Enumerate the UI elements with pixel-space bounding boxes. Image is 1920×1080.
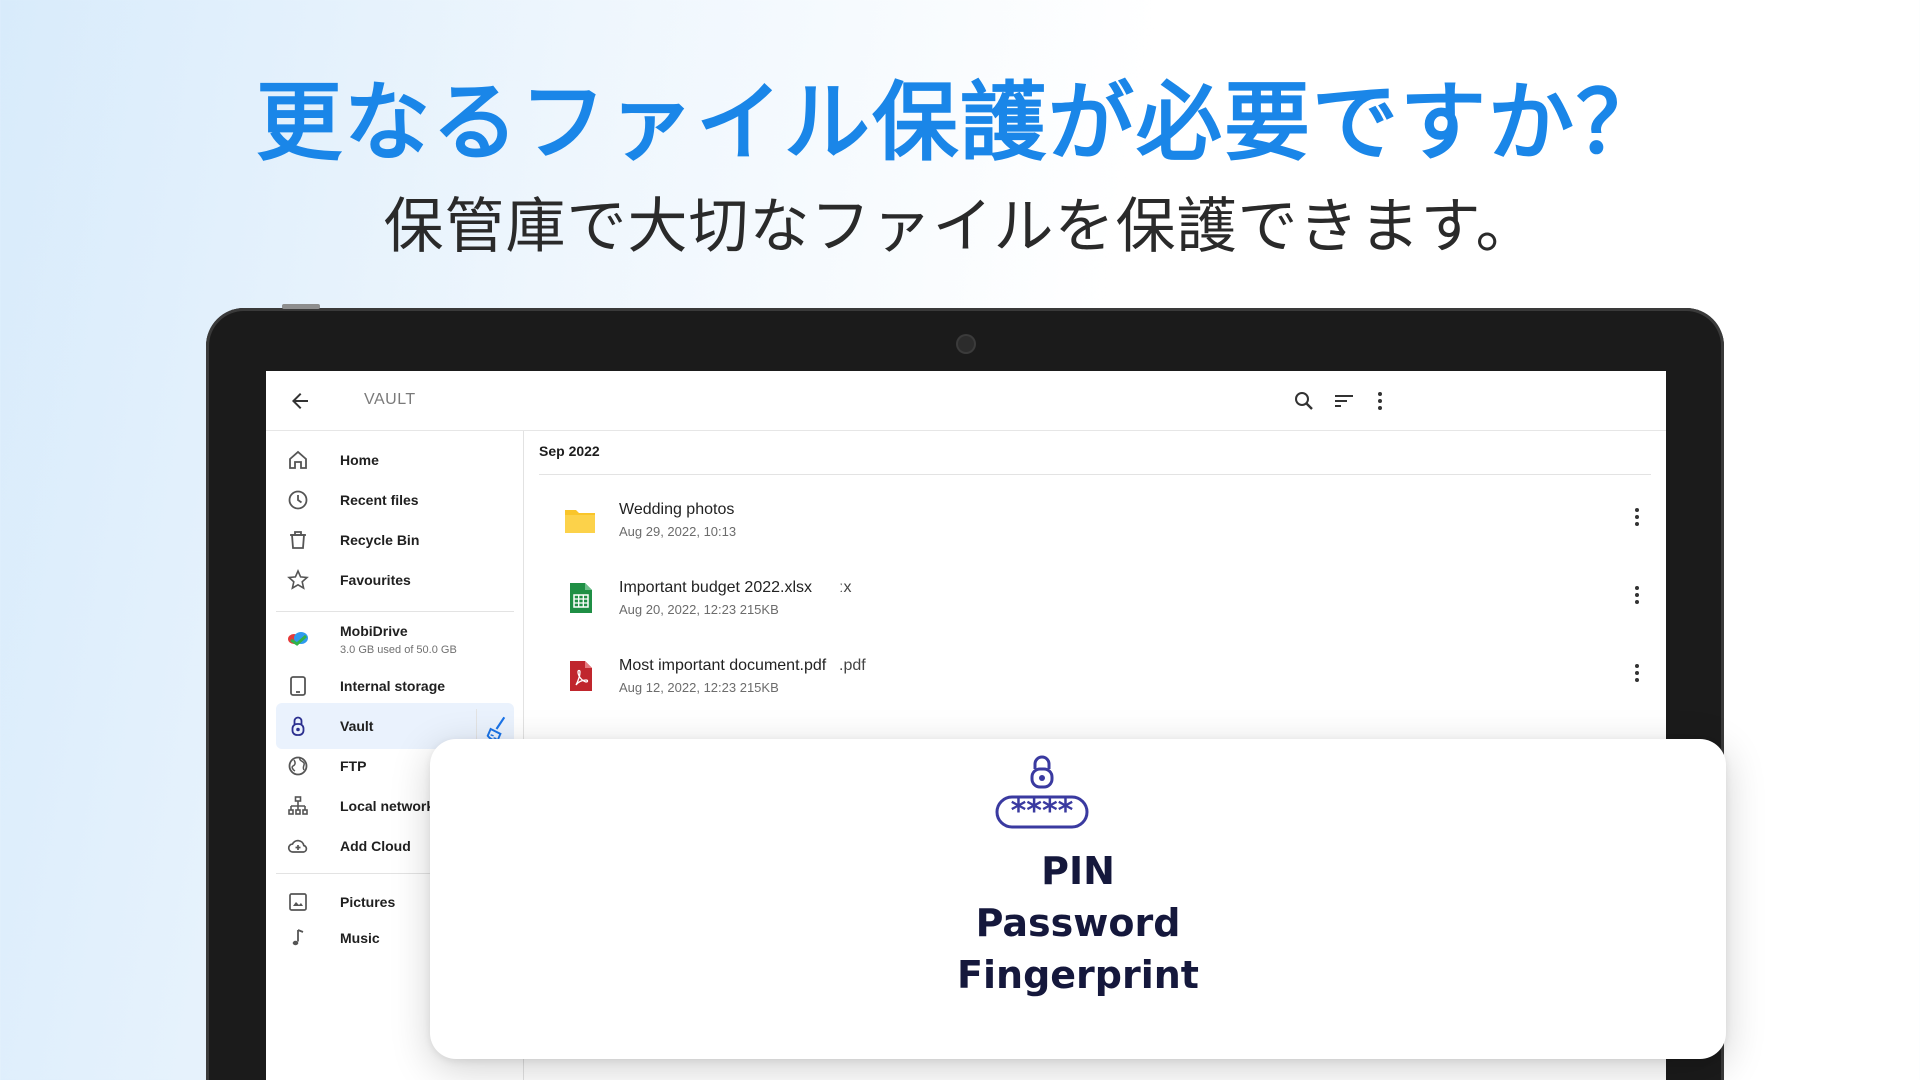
camera-icon: [958, 336, 974, 352]
file-row-budget-xlsx[interactable]: Important budget 2022.xlsx ːx Aug 20, 20…: [539, 561, 1651, 631]
option-fingerprint: Fingerprint: [957, 953, 1199, 997]
vault-lock-icon: [291, 716, 305, 736]
sidebar-item-label: Add Cloud: [340, 838, 411, 854]
app-bar: VAULT: [266, 371, 1666, 431]
sidebar-item-label: MobiDrive: [340, 623, 408, 639]
image-icon: [289, 893, 307, 911]
spreadsheet-icon: [570, 583, 592, 613]
sidebar-item-label: Local network: [340, 798, 435, 814]
sidebar-item-label: Recycle Bin: [340, 532, 420, 548]
pin-lock-icon: ****: [995, 755, 1089, 829]
storage-usage: 3.0 GB used of 50.0 GB: [340, 644, 457, 656]
headline: 更なるファイル保護が必要ですか？: [256, 73, 1664, 173]
subline: 保管庫で大切なファイルを保護できます。: [383, 192, 1537, 262]
trash-icon: [290, 531, 306, 549]
sidebar-item-label: Music: [340, 930, 380, 946]
music-note-icon: [292, 929, 304, 946]
sidebar-item-label: Home: [340, 452, 379, 468]
option-pin: PIN: [1041, 849, 1115, 893]
sidebar-item-label: Vault: [340, 718, 374, 734]
clock-icon: [288, 490, 308, 510]
file-row-document-pdf[interactable]: Most important document.pdf .pdf Aug 12,…: [539, 639, 1651, 709]
sidebar-item-label: FTP: [340, 758, 367, 774]
pin-mask: ****: [1011, 794, 1074, 829]
file-name: Wedding photos: [619, 501, 735, 518]
star-icon: [287, 569, 309, 590]
sort-icon[interactable]: [1332, 389, 1356, 413]
section-divider: [539, 474, 1651, 475]
cloud-add-icon: [287, 839, 308, 853]
tablet-power-button: [282, 304, 320, 309]
search-icon[interactable]: [1292, 389, 1316, 413]
sidebar-item-label: Pictures: [340, 894, 396, 910]
folder-icon: [565, 510, 595, 533]
file-meta: Aug 29, 2022, 10:13: [619, 524, 737, 539]
tablet-icon: [290, 676, 306, 696]
file-ext-ghost: ːx: [839, 579, 852, 596]
sidebar-item-favourites[interactable]: Favourites: [276, 557, 514, 603]
page-title: VAULT: [364, 391, 416, 408]
file-meta: Aug 20, 2022, 12:23 215KB: [619, 602, 779, 617]
more-vert-icon[interactable]: [1625, 583, 1649, 607]
more-vert-icon[interactable]: [1368, 389, 1392, 413]
sidebar-item-label: Favourites: [340, 572, 411, 588]
sidebar-item-label: Recent files: [340, 492, 419, 508]
network-icon: [288, 796, 308, 815]
arrow-left-icon[interactable]: [288, 389, 312, 413]
more-vert-icon[interactable]: [1625, 505, 1649, 529]
file-name: Important budget 2022.xlsx: [619, 579, 813, 596]
sidebar-item-label: Internal storage: [340, 678, 446, 694]
section-header: Sep 2022: [539, 443, 600, 459]
file-ext-ghost: .pdf: [839, 657, 866, 674]
security-options-card: **** PIN Password Fingerprint: [430, 739, 1726, 1059]
mobidrive-icon: [288, 632, 308, 646]
home-icon: [289, 450, 307, 469]
option-password: Password: [975, 901, 1181, 945]
more-vert-icon[interactable]: [1625, 661, 1649, 685]
sidebar-divider: [276, 611, 514, 612]
globe-icon: [288, 756, 308, 776]
file-row-wedding-photos[interactable]: Wedding photos Aug 29, 2022, 10:13: [539, 483, 1651, 553]
sidebar-item-mobidrive[interactable]: MobiDrive 3.0 GB used of 50.0 GB: [276, 615, 514, 661]
file-name: Most important document.pdf: [619, 657, 827, 674]
pdf-icon: [570, 661, 592, 691]
file-meta: Aug 12, 2022, 12:23 215KB: [619, 680, 779, 695]
